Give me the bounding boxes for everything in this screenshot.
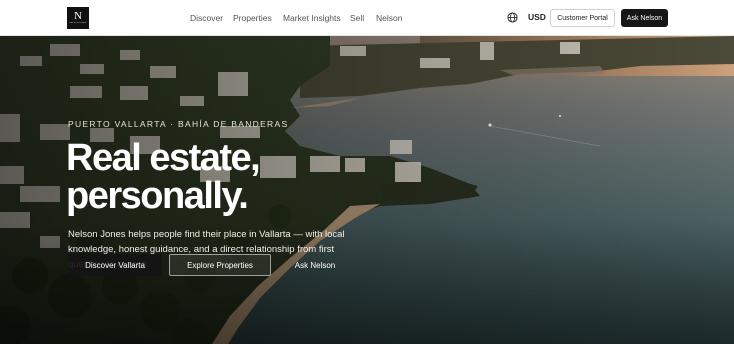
nav-item-properties[interactable]: Properties <box>233 0 272 36</box>
nav-link-discover[interactable]: Discover <box>190 13 223 23</box>
nav-link-sell[interactable]: Sell <box>350 13 364 23</box>
hero-headline-line-2: personally. <box>66 175 249 217</box>
globe-icon[interactable] <box>507 12 518 23</box>
nav-link-market-insights[interactable]: Market Insights <box>283 13 341 23</box>
nav-link-properties[interactable]: Properties <box>233 13 272 23</box>
brand-logo[interactable]: N NELSON JONES <box>67 7 89 29</box>
site-header: N NELSON JONES Discover Properties Marke… <box>0 0 734 36</box>
ask-nelson-header-button[interactable]: Ask Nelson <box>621 9 668 27</box>
currency-selector[interactable]: USD <box>528 12 546 22</box>
discover-vallarta-button[interactable]: Discover Vallarta <box>68 254 162 276</box>
hero-section: PUERTO VALLARTA · BAHÍA DE BANDERAS Real… <box>0 36 734 344</box>
nav-item-market-insights[interactable]: Market Insights <box>283 0 341 36</box>
logo-mark: N <box>74 10 82 22</box>
hero-eyebrow: PUERTO VALLARTA · BAHÍA DE BANDERAS <box>68 119 289 129</box>
explore-properties-button[interactable]: Explore Properties <box>169 254 271 276</box>
hero-headline-line-1: Real estate, <box>66 137 261 179</box>
nav-item-discover[interactable]: Discover <box>190 0 223 36</box>
hero-headline: Real estate, personally. <box>66 139 386 215</box>
logo-wordmark: NELSON JONES <box>69 22 87 24</box>
customer-portal-button[interactable]: Customer Portal <box>550 9 615 27</box>
nav-item-sell[interactable]: Sell <box>350 0 364 36</box>
ask-nelson-hero-button[interactable]: Ask Nelson <box>283 254 347 276</box>
nav-item-nelson[interactable]: Nelson <box>376 0 402 36</box>
nav-link-nelson[interactable]: Nelson <box>376 13 402 23</box>
